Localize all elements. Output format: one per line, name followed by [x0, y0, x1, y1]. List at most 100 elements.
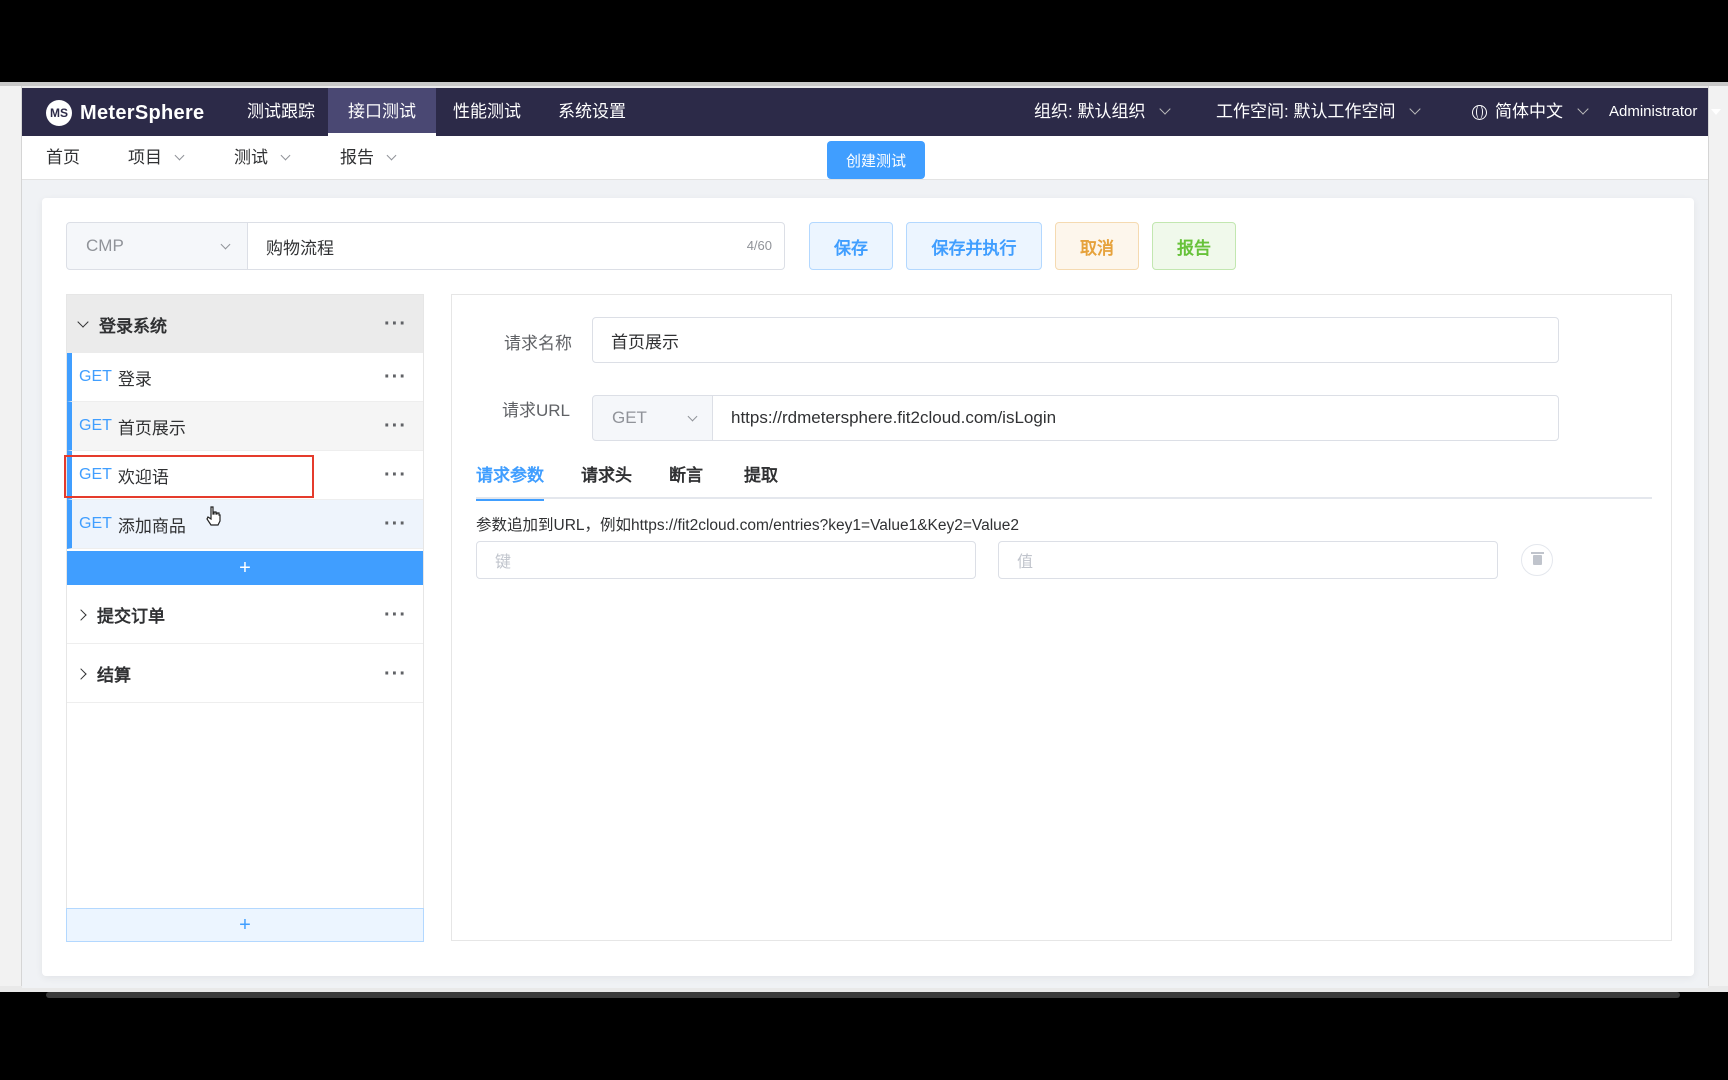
window-top-border: [0, 82, 1728, 86]
param-key-placeholder: 键: [495, 554, 512, 571]
window-left-edge: [0, 86, 22, 986]
chevron-down-icon: [687, 411, 698, 422]
save-button[interactable]: 保存: [809, 222, 893, 270]
nav-test-tracking[interactable]: 测试跟踪: [227, 88, 335, 136]
request-tabs: 请求参数 请求头 断言 提取: [476, 461, 1652, 501]
chevron-right-icon[interactable]: [75, 667, 87, 680]
more-icon[interactable]: ···: [384, 416, 407, 436]
chevron-down-icon: [386, 150, 397, 161]
nav-performance-test[interactable]: 性能测试: [433, 88, 541, 136]
request-name-label: 请求名称: [504, 334, 572, 353]
request-name: 首页展示: [117, 418, 186, 438]
tab-params[interactable]: 请求参数: [476, 461, 544, 501]
scenario-title: 提交订单: [97, 607, 165, 626]
user-menu[interactable]: Administrator: [1609, 88, 1722, 136]
globe-icon: [1472, 104, 1487, 120]
app-logo[interactable]: MS MeterSphere: [46, 100, 204, 126]
test-editor-card: CMP 购物流程 4/60 保存 保存并执行 取消 报告 登录系统 ··· GE…: [42, 198, 1694, 976]
more-icon[interactable]: ···: [384, 664, 407, 684]
report-button[interactable]: 报告: [1152, 222, 1236, 270]
request-item[interactable]: GET 登录 ···: [67, 353, 423, 402]
scenario-row-submit-order[interactable]: 提交订单 ···: [67, 586, 423, 644]
request-name-input[interactable]: 首页展示: [592, 317, 1559, 363]
create-test-button[interactable]: 创建测试: [827, 141, 925, 179]
language-switcher[interactable]: 简体中文: [1472, 88, 1589, 136]
screen: MS MeterSphere 测试跟踪 接口测试 性能测试 系统设置 组织: 默…: [0, 0, 1728, 1080]
nav-system-settings[interactable]: 系统设置: [538, 88, 646, 136]
subnav-project-label: 项目: [128, 148, 162, 167]
project-select[interactable]: CMP: [66, 222, 248, 270]
request-name-value: 首页展示: [611, 332, 679, 352]
request-url-label: 请求URL: [501, 401, 570, 420]
param-key-input[interactable]: 键: [476, 541, 976, 579]
chevron-down-icon: [220, 239, 231, 250]
hand-cursor-icon: [206, 506, 221, 526]
subnav-report[interactable]: 报告: [340, 136, 397, 180]
tab-extract[interactable]: 提取: [744, 461, 778, 499]
subnav-report-label: 报告: [340, 148, 374, 167]
name-char-counter: 4/60: [746, 238, 772, 253]
request-url-input[interactable]: https://rdmetersphere.fit2cloud.com/isLo…: [712, 395, 1559, 441]
chevron-right-icon[interactable]: [75, 608, 87, 621]
request-method: GET: [79, 417, 112, 434]
request-item[interactable]: GET 添加商品 ···: [67, 500, 423, 549]
tab-headers[interactable]: 请求头: [581, 461, 632, 499]
top-navigation: MS MeterSphere 测试跟踪 接口测试 性能测试 系统设置 组织: 默…: [22, 88, 1722, 136]
window-right-edge: [1708, 86, 1728, 986]
org-label: 组织: 默认组织: [1034, 102, 1146, 121]
param-value-placeholder: 值: [1017, 554, 1034, 571]
add-scenario-button[interactable]: +: [66, 908, 424, 942]
language-label: 简体中文: [1495, 102, 1563, 121]
chevron-down-icon: [280, 150, 291, 161]
request-name: 登录: [117, 369, 152, 389]
tab-assertions[interactable]: 断言: [669, 461, 703, 499]
test-name-input[interactable]: 购物流程 4/60: [247, 222, 785, 270]
user-name: Administrator: [1609, 103, 1698, 120]
more-icon[interactable]: ···: [384, 514, 407, 534]
method-select[interactable]: GET: [592, 395, 713, 441]
project-select-value: CMP: [86, 236, 124, 255]
logo-icon: MS: [46, 100, 72, 126]
sub-navigation: 首页 项目 测试 报告 创建测试: [22, 136, 1708, 180]
add-request-button[interactable]: +: [67, 551, 423, 585]
nav-api-test[interactable]: 接口测试: [328, 88, 436, 136]
method-select-value: GET: [612, 408, 647, 427]
subnav-test[interactable]: 测试: [234, 136, 291, 180]
more-icon[interactable]: ···: [384, 605, 407, 625]
scenario-row-checkout[interactable]: 结算 ···: [67, 645, 423, 703]
workspace-label: 工作空间: 默认工作空间: [1216, 102, 1396, 121]
scenario-panel: 登录系统 ··· GET 登录 ··· GET 首页展示 ··· GET 欢迎语…: [66, 294, 424, 942]
scenario-title: 登录系统: [99, 316, 167, 336]
subnav-project[interactable]: 项目: [128, 136, 185, 180]
more-icon[interactable]: ···: [384, 314, 407, 334]
highlight-box: [64, 455, 314, 498]
chevron-down-icon: [174, 150, 185, 161]
request-item[interactable]: GET 首页展示 ···: [67, 402, 423, 451]
subnav-home[interactable]: 首页: [46, 136, 80, 180]
request-url-value: https://rdmetersphere.fit2cloud.com/isLo…: [731, 408, 1057, 427]
chevron-down-icon: [1409, 103, 1422, 115]
scenario-title: 结算: [97, 666, 131, 685]
chevron-down-icon[interactable]: [77, 315, 89, 328]
browser-window: MS MeterSphere 测试跟踪 接口测试 性能测试 系统设置 组织: 默…: [0, 82, 1728, 992]
request-method: GET: [79, 515, 112, 532]
delete-param-button[interactable]: [1521, 544, 1553, 576]
request-method: GET: [79, 368, 112, 385]
params-hint: 参数追加到URL，例如https://fit2cloud.com/entries…: [476, 517, 1020, 534]
subnav-test-label: 测试: [234, 148, 268, 167]
request-detail-panel: 请求名称 首页展示 请求URL GET https://rdmeterspher…: [451, 294, 1672, 941]
param-value-input[interactable]: 值: [998, 541, 1498, 579]
more-icon[interactable]: ···: [384, 367, 407, 387]
chevron-down-icon: [1577, 103, 1589, 115]
request-name: 添加商品: [117, 516, 186, 536]
horizontal-scrollbar[interactable]: [46, 992, 1680, 998]
test-name-value: 购物流程: [266, 238, 334, 258]
cancel-button[interactable]: 取消: [1055, 222, 1139, 270]
more-icon[interactable]: ···: [384, 465, 407, 485]
workspace-switcher[interactable]: 工作空间: 默认工作空间: [1216, 88, 1422, 136]
save-and-run-button[interactable]: 保存并执行: [906, 222, 1042, 270]
scenario-header-login[interactable]: 登录系统 ···: [67, 295, 423, 353]
trash-icon: [1530, 552, 1544, 565]
org-switcher[interactable]: 组织: 默认组织: [1034, 88, 1172, 136]
metersphere-app: MS MeterSphere 测试跟踪 接口测试 性能测试 系统设置 组织: 默…: [22, 88, 1722, 988]
